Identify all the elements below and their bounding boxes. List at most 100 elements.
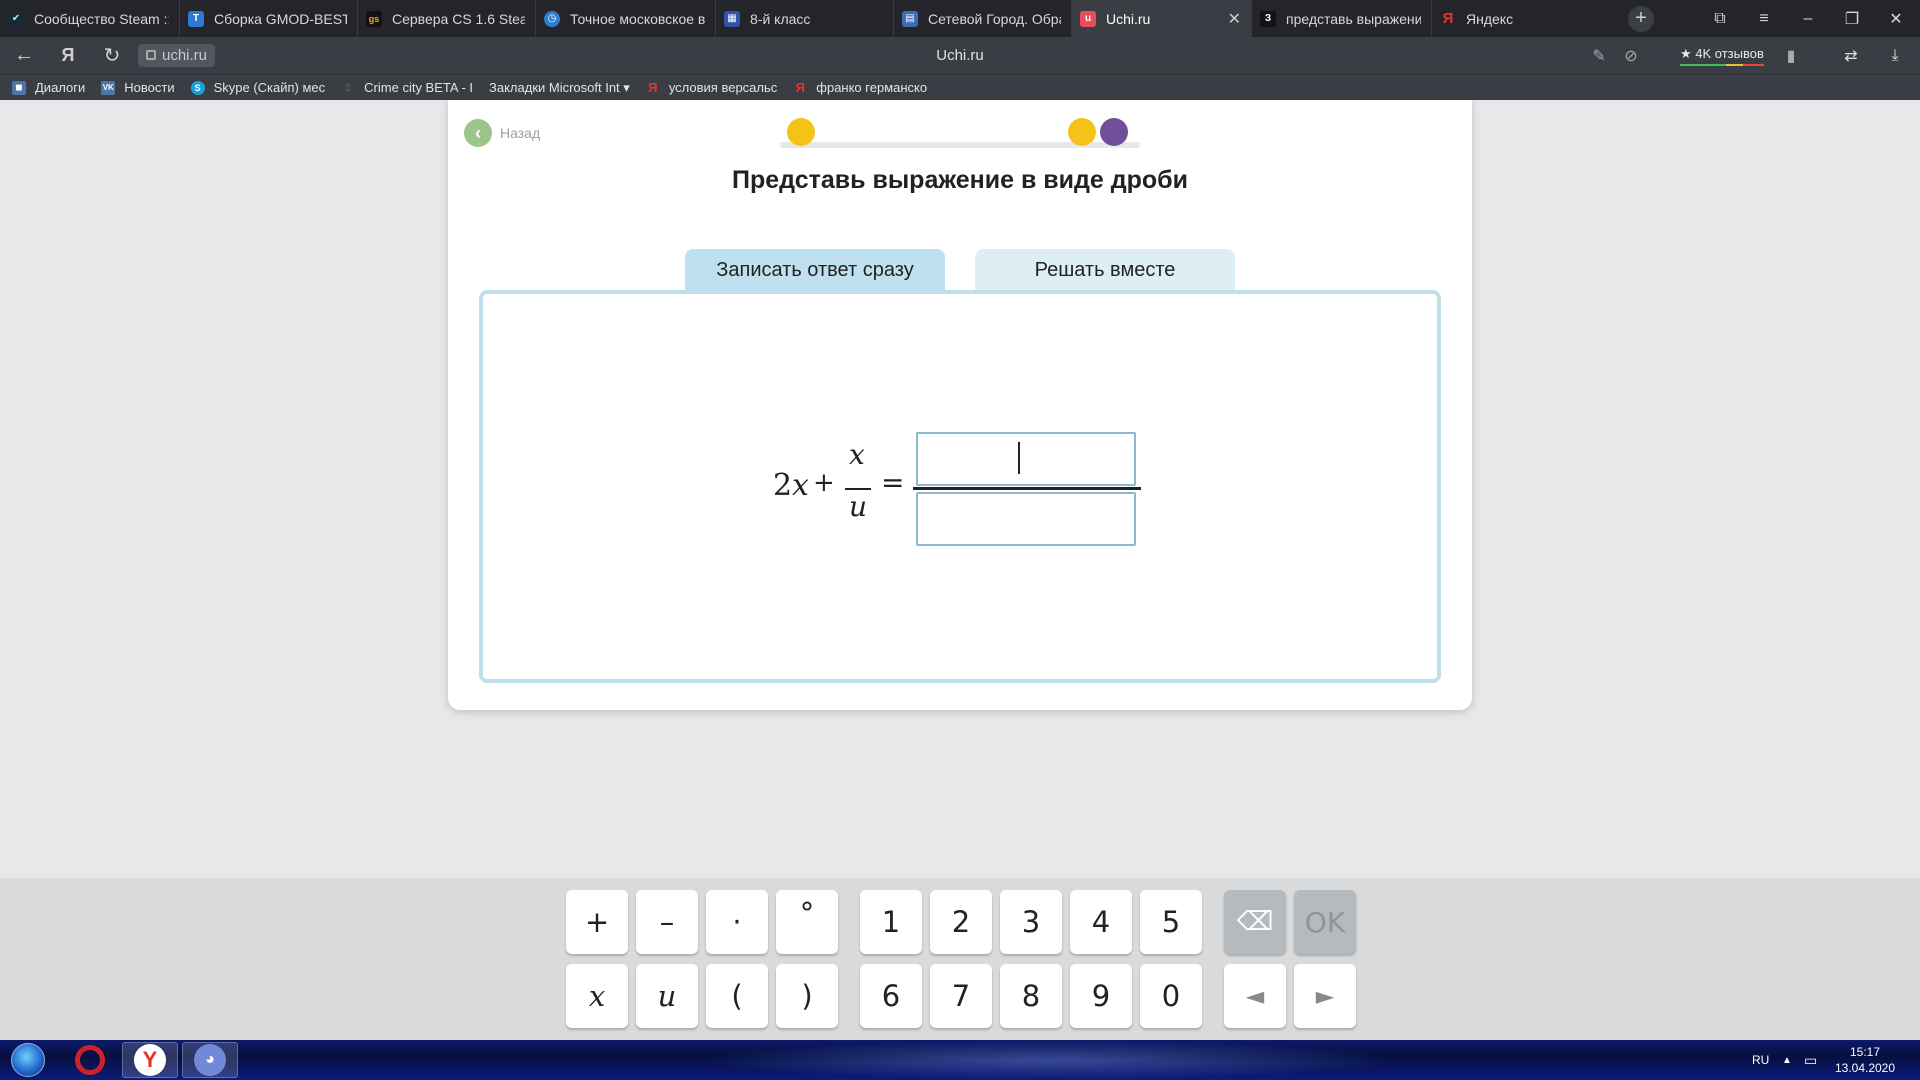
back-button[interactable]: ‹ Назад [464, 119, 540, 147]
language-indicator[interactable]: RU [1752, 1040, 1769, 1080]
download-icon[interactable]: ⤓ [1880, 37, 1910, 74]
task-card: ‹ Назад Представь выражение в виде дроби… [448, 100, 1472, 710]
bookmark-crime-city[interactable]: ▯ Crime city BETA - I [341, 80, 473, 95]
fraction-numerator: x [849, 438, 865, 471]
translate-icon[interactable]: ⇄ [1836, 37, 1866, 74]
tab-gmod-best[interactable]: T Сборка GMOD-BEST.R [180, 0, 358, 37]
key-2[interactable]: 2 [930, 890, 992, 954]
bookmark-folder-microsoft[interactable]: Закладки Microsoft Int ▾ [489, 80, 630, 96]
key-4[interactable]: 4 [1070, 890, 1132, 954]
plus-sign: + [813, 468, 835, 498]
opera-taskbar-button[interactable] [62, 1042, 118, 1078]
tray-expand-icon[interactable]: ▲ [1782, 1040, 1792, 1080]
key-9[interactable]: 9 [1070, 964, 1132, 1028]
bookmark-versailles[interactable]: Я условия версальс [646, 80, 777, 95]
numerator-input[interactable] [916, 432, 1136, 486]
page-icon: ▯ [345, 82, 351, 92]
key-multiply-dot[interactable]: · [706, 890, 768, 954]
tab-uchi-ru[interactable]: u Uchi.ru ✕ [1072, 0, 1252, 37]
ok-button[interactable]: OK [1294, 890, 1356, 954]
menu-icon[interactable]: ≡ [1742, 0, 1786, 37]
restore-button[interactable]: ❐ [1830, 0, 1874, 37]
key-open-paren[interactable]: ( [706, 964, 768, 1028]
back-arrow-icon[interactable]: ← [6, 37, 42, 74]
answer-fraction-bar [913, 487, 1141, 490]
tab-solve-together[interactable]: Решать вместе [975, 249, 1235, 291]
key-plus[interactable]: + [566, 890, 628, 954]
adblock-icon[interactable]: ⊘ [1616, 37, 1646, 74]
lock-icon [146, 50, 156, 60]
key-8[interactable]: 8 [1000, 964, 1062, 1028]
key-5[interactable]: 5 [1140, 890, 1202, 954]
arrow-left-icon[interactable]: ◄ [1224, 964, 1286, 1028]
tab-cs-servers[interactable]: gs Сервера CS 1.6 Steam [358, 0, 536, 37]
arrow-right-icon[interactable]: ► [1294, 964, 1356, 1028]
opera-icon [75, 1045, 105, 1075]
close-tab-icon[interactable]: ✕ [1228, 9, 1241, 29]
bookmark-icon[interactable]: ▮ [1776, 37, 1806, 74]
reload-icon[interactable]: ↻ [94, 37, 130, 74]
tabs-sync-icon[interactable]: ⧉ [1698, 0, 1742, 37]
tab-steam-community[interactable]: ✔ Сообщество Steam :: [0, 0, 180, 37]
rating-bar [1680, 64, 1764, 66]
key-u[interactable]: u [636, 964, 698, 1028]
key-1[interactable]: 1 [860, 890, 922, 954]
close-window-button[interactable]: ✕ [1874, 0, 1918, 37]
bookmark-news[interactable]: VK Новости [101, 80, 175, 95]
yandex-browser-icon: Y [134, 1044, 166, 1076]
yandex-icon: Я [1442, 10, 1454, 27]
key-3[interactable]: 3 [1000, 890, 1062, 954]
tab-network-city[interactable]: ▤ Сетевой Город. Обра [894, 0, 1072, 37]
start-button[interactable] [0, 1042, 56, 1078]
progress-dot-3 [1100, 118, 1128, 146]
vk-messages-icon: ◼ [12, 80, 26, 95]
gameservers-icon: gs [366, 10, 382, 27]
uchi-ru-icon: u [1080, 10, 1096, 27]
yandex-home-icon[interactable]: Я [50, 37, 86, 74]
gmod-site-icon: T [188, 10, 204, 27]
key-7[interactable]: 7 [930, 964, 992, 1028]
new-tab-button[interactable]: + [1628, 5, 1654, 32]
denominator-input[interactable] [916, 492, 1136, 546]
network-icon[interactable]: ▭ [1804, 1040, 1817, 1080]
discord-icon: ◕ [194, 1044, 226, 1076]
system-clock[interactable]: 15:17 13.04.2020 [1830, 1044, 1900, 1076]
bookmark-franco-german[interactable]: Я франко германско [793, 80, 928, 95]
discord-taskbar-button[interactable]: ◕ [182, 1042, 238, 1078]
math-keyboard: + – · ° 1 2 3 4 5 ⌫ OK x u ( ) 6 7 8 9 0… [0, 878, 1920, 1040]
key-close-paren[interactable]: ) [776, 964, 838, 1028]
clock-icon: ◷ [544, 10, 560, 27]
yandex-browser-taskbar-button[interactable]: Y [122, 1042, 178, 1078]
backspace-icon[interactable]: ⌫ [1224, 890, 1286, 954]
znanija-icon: З [1260, 10, 1276, 27]
reviews-badge[interactable]: ★ 4K отзывов [1672, 43, 1772, 68]
tab-represent-expression[interactable]: З представь выражение [1252, 0, 1432, 37]
windows-taskbar: Y ◕ RU ▲ ▭ 15:17 13.04.2020 [0, 1040, 1920, 1080]
key-degree[interactable]: ° [776, 890, 838, 954]
bookmark-dialogs[interactable]: ◼ Диалоги [12, 80, 85, 95]
yandex-icon: Я [795, 80, 805, 95]
tab-answer-now[interactable]: Записать ответ сразу [685, 249, 945, 291]
network-city-icon: ▤ [902, 10, 918, 27]
skype-icon: S [190, 80, 205, 95]
taskbar-wallpaper-glow [700, 1040, 1400, 1080]
camera-off-icon[interactable]: ✎ [1584, 37, 1614, 74]
tab-8th-grade[interactable]: ▦ 8-й класс [716, 0, 894, 37]
browser-tab-bar: ✔ Сообщество Steam :: T Сборка GMOD-BEST… [0, 0, 1920, 37]
minimize-button[interactable]: – [1786, 0, 1830, 37]
vk-icon: VK [101, 80, 116, 95]
key-6[interactable]: 6 [860, 964, 922, 1028]
key-0[interactable]: 0 [1140, 964, 1202, 1028]
tab-moscow-time[interactable]: ◷ Точное московское в [536, 0, 716, 37]
key-x[interactable]: x [566, 964, 628, 1028]
progress-dot-2 [1068, 118, 1096, 146]
chevron-left-icon: ‹ [464, 119, 492, 147]
progress-dot-1 [787, 118, 815, 146]
key-minus[interactable]: – [636, 890, 698, 954]
text-caret [1018, 442, 1020, 474]
tab-yandex[interactable]: Я Яндекс [1432, 0, 1612, 37]
url-field[interactable]: uchi.ru [138, 44, 216, 67]
bookmark-skype[interactable]: S Skype (Скайп) мес [190, 80, 325, 95]
calendar-icon: ▦ [724, 10, 740, 27]
term-coefficient: 2 [773, 468, 793, 503]
